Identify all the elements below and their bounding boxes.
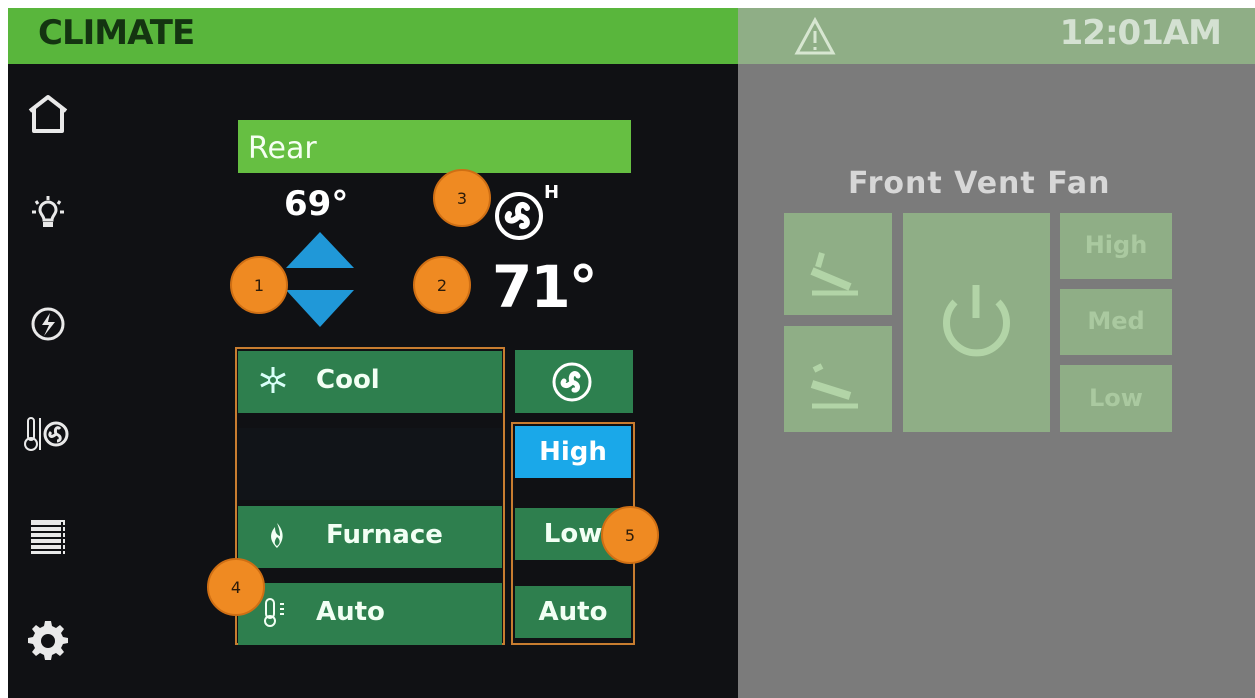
thermometer-icon: [264, 598, 284, 627]
callout-badge-1: 1: [230, 256, 288, 314]
vent-open-icon: [810, 252, 858, 296]
power-button-icon: [943, 285, 1010, 357]
cool-mode-button[interactable]: Cool: [238, 351, 502, 413]
furnace-mode-label: Furnace: [326, 520, 443, 550]
callout-badge-3: 3: [433, 169, 491, 227]
front-fan-high-label: High: [1084, 231, 1148, 259]
power-icon[interactable]: [22, 298, 74, 350]
fan-speed-icon: [491, 188, 547, 244]
climate-screen: CLIMATE Rear 69° H 71° Cool Furnace Auto…: [8, 8, 1255, 698]
front-vent-fan-panel: 12:01AM Front Vent Fan High Med Low: [738, 8, 1255, 698]
furnace-mode-button[interactable]: Furnace: [238, 506, 502, 568]
front-fan-med-label: Med: [1087, 307, 1145, 335]
fan-power-button[interactable]: [903, 213, 1050, 432]
climate-header-bar: CLIMATE: [8, 8, 738, 64]
vent-close-button[interactable]: [784, 326, 892, 432]
rear-zone-bar: Rear: [238, 120, 631, 173]
warning-icon: [794, 16, 836, 55]
snowflake-icon: [260, 367, 286, 393]
climate-left-panel: CLIMATE Rear 69° H 71° Cool Furnace Auto…: [8, 8, 738, 698]
front-fan-med-button[interactable]: Med: [1060, 289, 1172, 355]
flame-icon: [271, 523, 283, 548]
auto-mode-label: Auto: [316, 597, 385, 627]
fan-high-button[interactable]: High: [515, 426, 631, 478]
cool-mode-label: Cool: [316, 365, 380, 395]
home-icon[interactable]: [22, 88, 74, 140]
fan-level-indicator: H: [544, 182, 560, 203]
callout-badge-5: 5: [601, 506, 659, 564]
callout-badge-2: 2: [413, 256, 471, 314]
climate-icon[interactable]: [22, 408, 74, 460]
fan-icon: [552, 362, 592, 402]
temp-up-arrow: [286, 232, 354, 268]
temperature-arrows[interactable]: [286, 232, 354, 327]
shade-icon[interactable]: [22, 510, 74, 562]
set-temperature: 69°: [284, 184, 349, 224]
light-icon[interactable]: [22, 190, 74, 242]
callout-badge-4: 4: [207, 558, 265, 616]
front-fan-low-label: Low: [1089, 384, 1143, 412]
front-vent-fan-title: Front Vent Fan: [848, 166, 1111, 201]
right-header-bar: 12:01AM: [738, 8, 1255, 64]
vent-close-icon: [810, 363, 858, 409]
vent-open-button[interactable]: [784, 213, 892, 315]
rear-zone-label: Rear: [248, 131, 317, 166]
clock: 12:01AM: [1059, 13, 1222, 53]
fan-mode-button[interactable]: [515, 350, 633, 413]
empty-mode-slot: [238, 428, 502, 500]
settings-icon[interactable]: [22, 614, 74, 666]
fan-auto-button[interactable]: Auto: [515, 586, 631, 638]
page-title: CLIMATE: [38, 13, 195, 53]
front-fan-low-button[interactable]: Low: [1060, 365, 1172, 432]
auto-mode-button[interactable]: Auto: [238, 583, 502, 645]
current-temperature: 71°: [492, 253, 598, 321]
front-fan-high-button[interactable]: High: [1060, 213, 1172, 279]
temp-down-arrow: [286, 290, 354, 327]
